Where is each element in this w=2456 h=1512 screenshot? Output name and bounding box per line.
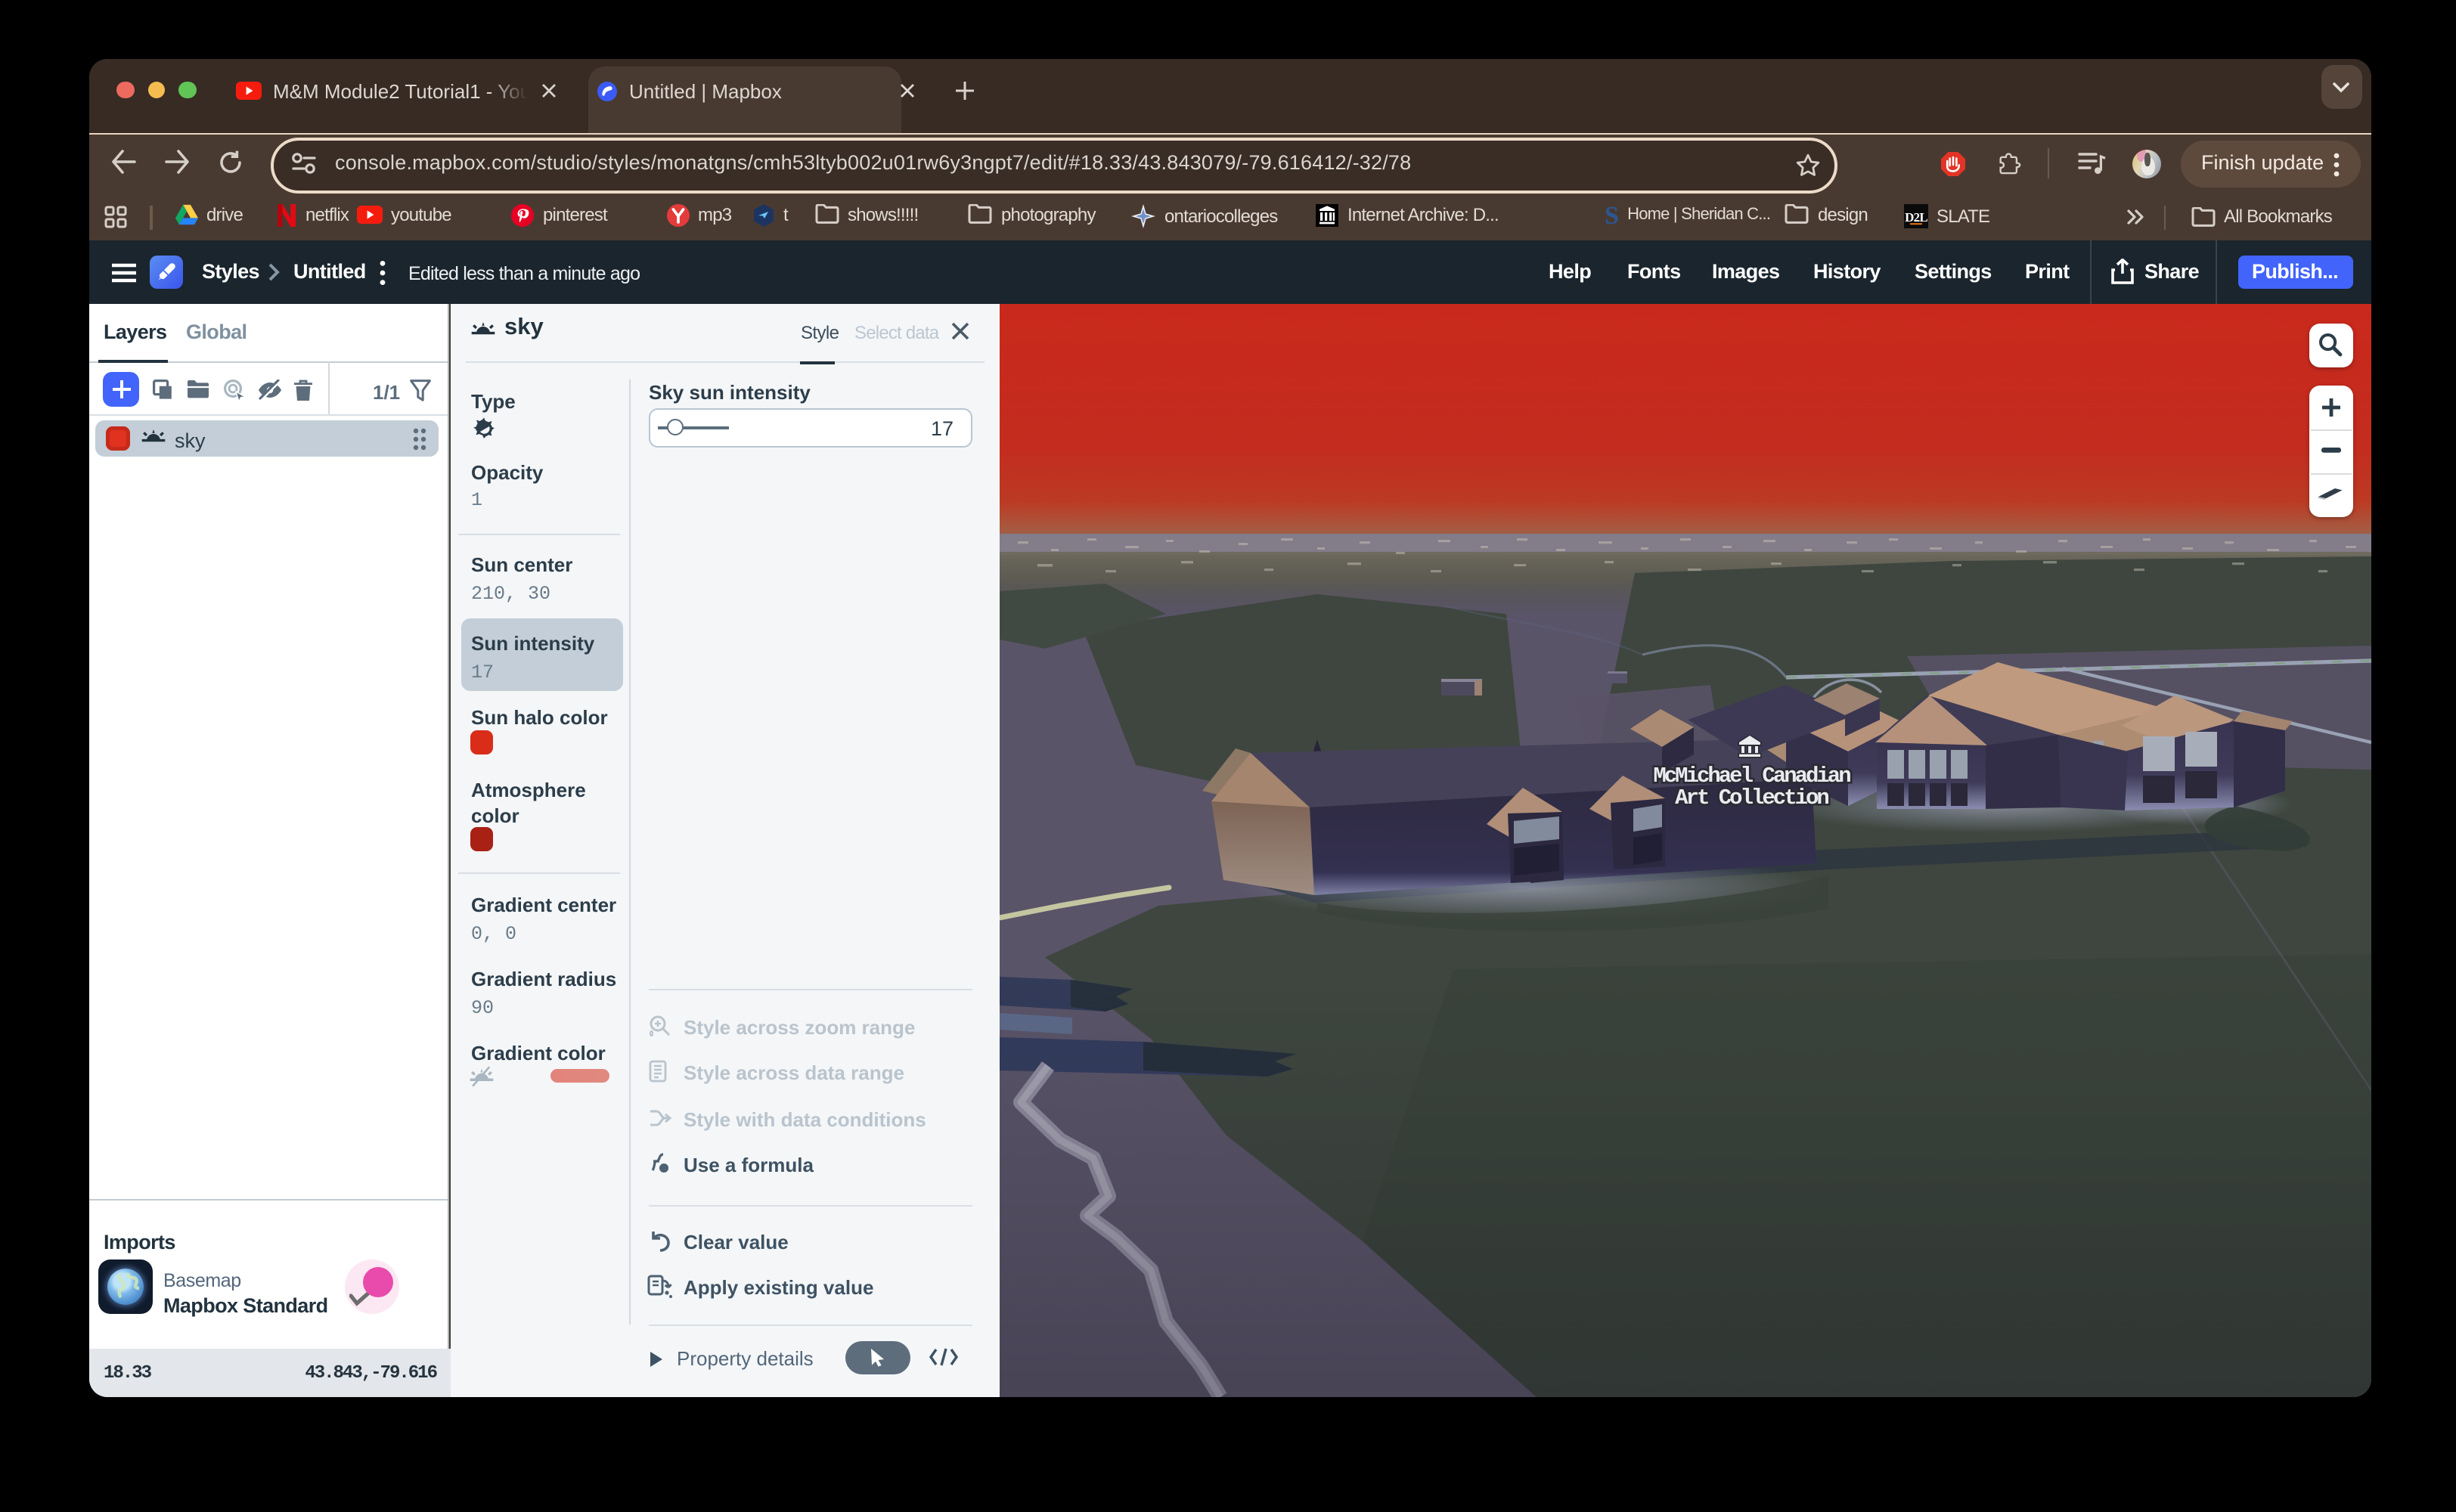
svg-text:D2L: D2L <box>1904 209 1927 224</box>
svg-text:Art Collection: Art Collection <box>1675 785 1828 810</box>
